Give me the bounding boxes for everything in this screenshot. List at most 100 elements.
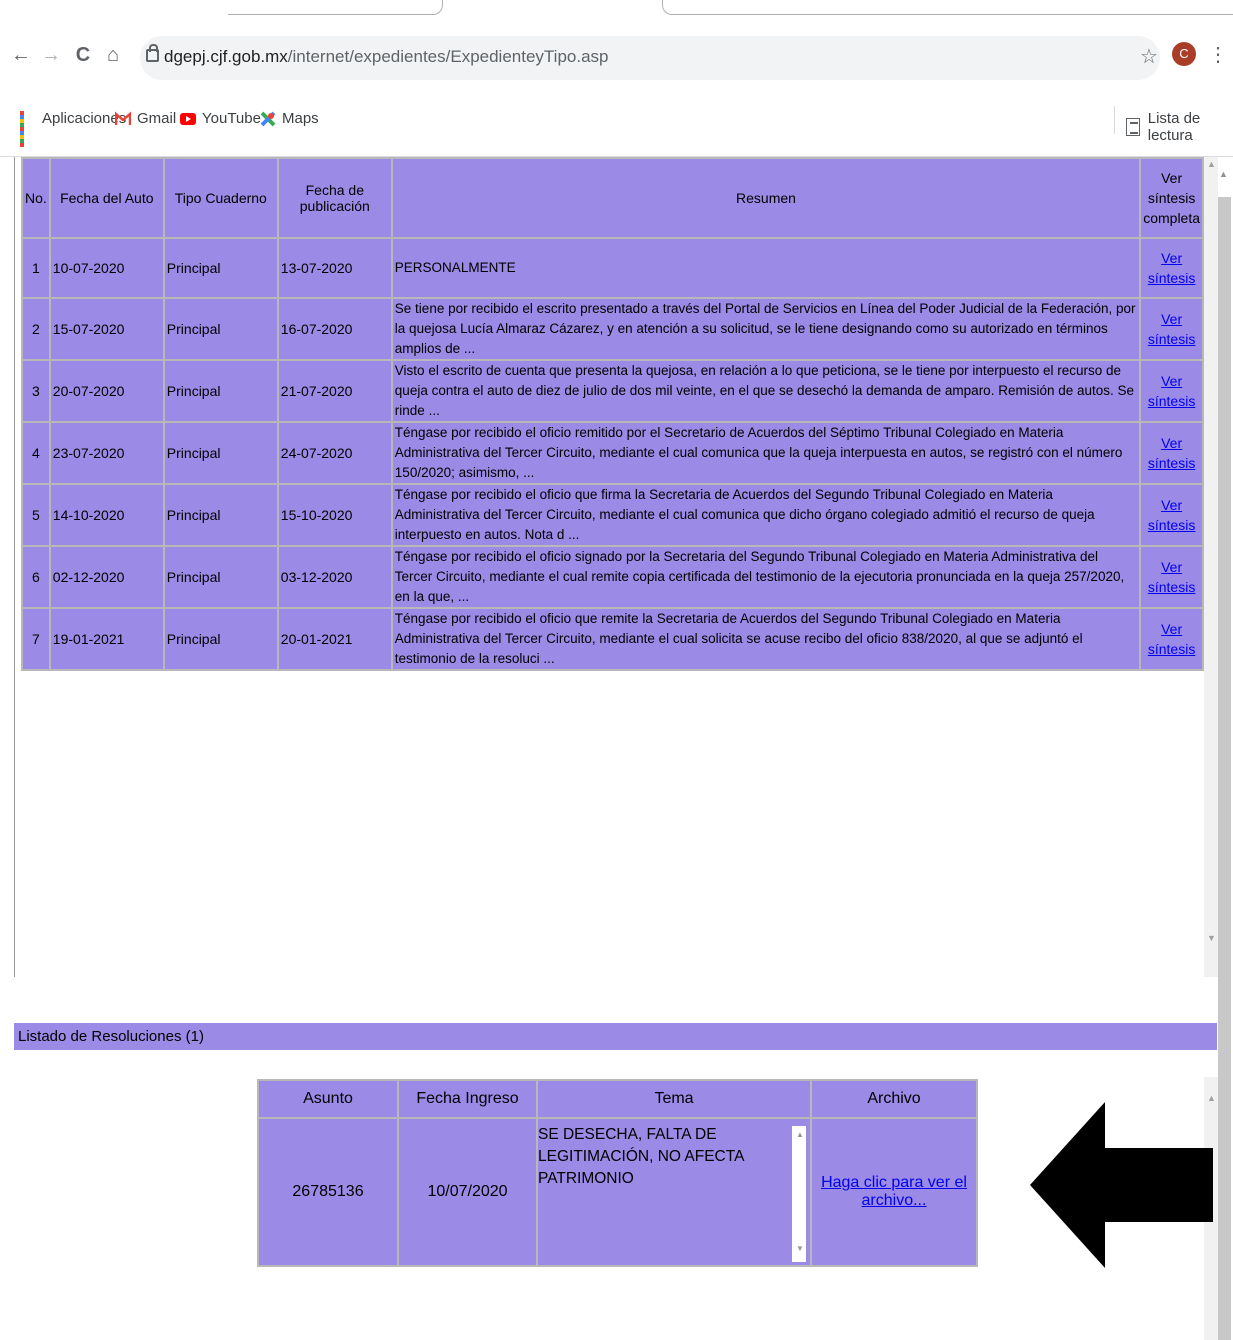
bookmark-youtube[interactable]: YouTube [180,110,261,127]
reading-list-icon [1126,118,1140,136]
reload-icon[interactable]: C [72,44,94,67]
scroll-up-icon[interactable]: ▲ [796,1130,804,1139]
ver-sintesis-link[interactable]: Ver síntesis [1148,559,1195,595]
forward-icon[interactable]: → [40,44,62,67]
row-tipo-cuaderno: Principal [162,483,279,547]
link-line[interactable]: Ver [1161,559,1182,575]
table-row: 26785136 10/07/2020 SE DESECHA, FALTA DE… [257,1117,978,1267]
youtube-icon [180,112,196,125]
scroll-up-icon[interactable]: ▲ [1219,169,1228,179]
ver-sintesis-link[interactable]: Ver síntesis [1148,311,1195,347]
profile-avatar[interactable]: C [1172,42,1196,66]
link-line[interactable]: Ver [1161,497,1182,513]
tema-text: SE DESECHA, FALTA DE LEGITIMACIÓN, NO AF… [538,1126,744,1187]
row-ver-sintesis: Ver síntesis [1139,545,1204,609]
link-line[interactable]: síntesis [1148,517,1195,533]
row-no: 4 [21,421,51,485]
autos-frame: No. Fecha del Auto Tipo Cuaderno Fecha d… [14,157,1205,977]
link-line[interactable]: síntesis [1148,455,1195,471]
link-line[interactable]: síntesis [1148,579,1195,595]
browser-menu-icon[interactable]: ⋮ [1208,42,1228,67]
row-fecha-auto: 20-07-2020 [48,359,165,423]
divider [1114,106,1115,134]
archivo-cell: Haga clic para ver el archivo... [810,1117,978,1267]
col-header-tipo-cuaderno: Tipo Cuaderno [162,157,279,239]
table-row: 2 15-07-2020 Principal 16-07-2020 Se tiene p… [21,297,1204,361]
col-header-asunto: Asunto [257,1079,399,1119]
maps-icon [260,111,276,126]
row-tipo-cuaderno: Principal [162,237,279,299]
ver-sintesis-link[interactable]: Ver síntesis [1148,621,1195,657]
col-header-tema: Tema [536,1079,812,1119]
link-line[interactable]: síntesis [1148,331,1195,347]
ver-archivo-link[interactable]: Haga clic para ver el archivo... [821,1174,967,1209]
back-icon[interactable]: ← [10,44,32,67]
tema-textarea[interactable]: SE DESECHA, FALTA DE LEGITIMACIÓN, NO AF… [538,1120,808,1264]
row-tipo-cuaderno: Principal [162,421,279,485]
row-no: 5 [21,483,51,547]
bookmark-label: YouTube [202,110,261,127]
row-resumen: PERSONALMENTE [390,237,1142,299]
row-no: 1 [21,237,51,299]
link-line[interactable]: síntesis [1148,393,1195,409]
scroll-down-icon[interactable]: ▼ [796,1244,804,1253]
table-row: 7 19-01-2021 Principal 20-01-2021 Téngase po… [21,607,1204,671]
link-line[interactable]: Ver [1161,250,1182,266]
ver-sintesis-link[interactable]: Ver síntesis [1148,373,1195,409]
row-resumen: Visto el escrito de cuenta que presenta … [390,359,1142,423]
bookmark-star-icon[interactable]: ☆ [1140,44,1158,69]
asunto-cell: 26785136 [257,1117,399,1267]
link-line[interactable]: Ver [1161,435,1182,451]
table-row: 5 14-10-2020 Principal 15-10-2020 Téngase po… [21,483,1204,547]
row-fecha-auto: 15-07-2020 [48,297,165,361]
ver-sintesis-link[interactable]: Ver síntesis [1148,435,1195,471]
row-resumen: Se tiene por recibido el escrito present… [390,297,1142,361]
page-content: No. Fecha del Auto Tipo Cuaderno Fecha d… [0,156,1233,1340]
row-ver-sintesis: Ver síntesis [1139,607,1204,671]
page-scrollbar[interactable]: ▲ [1218,169,1231,1340]
col-header-fecha-auto: Fecha del Auto [48,157,165,239]
tema-scrollbar[interactable]: ▲ ▼ [792,1126,806,1262]
gmail-icon [115,111,131,125]
row-no: 7 [21,607,51,671]
table-row: 1 10-07-2020 Principal 13-07-2020 PERSONALME… [21,237,1204,299]
ver-sintesis-link[interactable]: Ver síntesis [1148,497,1195,533]
address-bar[interactable]: dgepj.cjf.gob.mx/internet/expedientes/Ex… [140,36,1160,80]
resoluciones-table: Asunto Fecha Ingreso Tema Archivo 267851… [257,1079,978,1267]
row-fecha-auto: 10-07-2020 [48,237,165,299]
row-resumen: Téngase por recibido el oficio signado p… [390,545,1142,609]
row-fecha-auto: 14-10-2020 [48,483,165,547]
link-line[interactable]: síntesis [1148,270,1195,286]
bookmark-gmail[interactable]: Gmail [115,110,176,127]
bookmark-maps[interactable]: Maps [260,110,319,127]
tab-edge[interactable] [228,0,443,15]
row-tipo-cuaderno: Principal [162,297,279,361]
scroll-up-icon[interactable]: ▲ [1207,159,1216,169]
scroll-down-icon[interactable]: ▼ [1207,933,1216,943]
table-row: 3 20-07-2020 Principal 21-07-2020 Visto el e… [21,359,1204,423]
row-ver-sintesis: Ver síntesis [1139,237,1204,299]
bookmark-aplicaciones[interactable]: Aplicaciones [20,110,126,147]
link-line[interactable]: Ver [1161,311,1182,327]
row-no: 3 [21,359,51,423]
row-ver-sintesis: Ver síntesis [1139,421,1204,485]
col-header-ver-sintesis: Ver síntesis completa [1139,157,1204,239]
row-fecha-publicacion: 24-07-2020 [276,421,393,485]
url-text[interactable]: dgepj.cjf.gob.mx/internet/expedientes/Ex… [164,47,609,67]
annotation-arrow-icon [1030,1102,1213,1268]
table-header-row: Asunto Fecha Ingreso Tema Archivo [257,1079,978,1119]
tab-edge-active[interactable] [662,0,1233,15]
reading-list-button[interactable]: Lista de lectura [1126,110,1233,144]
apps-grid-icon [20,110,36,147]
link-line[interactable]: Ver [1161,373,1182,389]
row-resumen: Téngase por recibido el oficio remitido … [390,421,1142,485]
home-icon[interactable]: ⌂ [102,44,124,67]
frame-scrollbar[interactable]: ▲ ▼ [1204,157,1218,977]
link-line[interactable]: síntesis [1148,641,1195,657]
ver-sintesis-link[interactable]: Ver síntesis [1148,250,1195,286]
fecha-ingreso-cell: 10/07/2020 [397,1117,538,1267]
link-line[interactable]: Ver [1161,621,1182,637]
col-header-resumen: Resumen [390,157,1142,239]
tab-strip [0,0,1233,22]
row-tipo-cuaderno: Principal [162,545,279,609]
